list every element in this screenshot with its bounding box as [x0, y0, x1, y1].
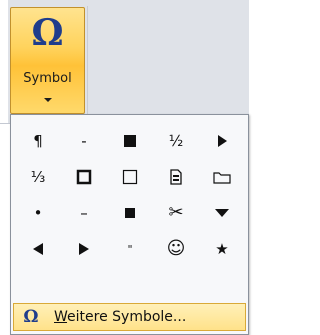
symbol-small-black-square[interactable] [111, 195, 149, 231]
more-symbols-label: Weitere Symbole... [54, 309, 186, 325]
down-triangle-icon [215, 209, 229, 217]
more-symbols-label-rest: eitere Symbole... [67, 309, 187, 325]
symbol-one-half[interactable]: ½ [157, 123, 195, 159]
symbol-pilcrow[interactable]: ¶ [19, 123, 57, 159]
scissors-icon: ✂ [168, 202, 184, 223]
pilcrow-icon: ¶ [33, 131, 43, 150]
folder-icon [213, 172, 231, 184]
ribbon-left-edge [0, 0, 8, 123]
symbol-button-label: Symbol [23, 71, 72, 86]
symbol-black-square[interactable] [111, 123, 149, 159]
bullet-icon: • [33, 203, 43, 222]
symbol-hollow-square[interactable] [111, 159, 149, 195]
bold-hollow-square-icon [76, 169, 92, 185]
black-square-icon [124, 135, 136, 147]
symbol-right-triangle-large[interactable] [65, 231, 103, 267]
symbol-menu: ¶ - ½ ⅓ • – ✂ " ☺ ★ Ω Weitere Symbole... [10, 114, 249, 335]
symbol-left-triangle[interactable] [19, 231, 57, 267]
symbol-bold-hollow-square[interactable] [65, 159, 103, 195]
symbol-document[interactable] [157, 159, 195, 195]
right-triangle-icon [218, 135, 227, 147]
omega-icon: Ω [23, 307, 39, 327]
symbol-right-triangle[interactable] [203, 123, 241, 159]
symbol-hyphen[interactable]: - [65, 123, 103, 159]
smiley-icon: ☺ [166, 238, 186, 259]
symbol-button[interactable]: Ω Symbol [10, 7, 85, 114]
star-icon: ★ [215, 239, 229, 258]
symbol-folder[interactable] [203, 159, 241, 195]
omega-icon: Ω [31, 12, 64, 54]
document-icon [170, 169, 182, 185]
symbol-one-third[interactable]: ⅓ [19, 159, 57, 195]
symbol-en-dash[interactable]: – [65, 195, 103, 231]
symbol-down-triangle[interactable] [203, 195, 241, 231]
symbol-scissors[interactable]: ✂ [157, 195, 195, 231]
one-half-icon: ½ [168, 131, 184, 150]
one-third-icon: ⅓ [30, 167, 46, 186]
symbol-bullet[interactable]: • [19, 195, 57, 231]
word-symbol-dropdown: Ω Symbol ¶ - ½ ⅓ • – ✂ " ☺ ★ Ω Weitere S… [0, 0, 249, 335]
en-dash-icon: – [80, 203, 88, 222]
hyphen-icon: - [81, 131, 87, 150]
right-triangle-icon [79, 243, 89, 255]
double-quote-icon: " [127, 242, 133, 256]
chevron-down-icon [44, 98, 52, 102]
symbol-star[interactable]: ★ [203, 231, 241, 267]
more-symbols-menu-item[interactable]: Ω Weitere Symbole... [13, 303, 246, 331]
access-key: W [54, 309, 68, 325]
left-triangle-icon [33, 243, 43, 255]
small-black-square-icon [125, 208, 135, 218]
symbol-smiley[interactable]: ☺ [157, 231, 195, 267]
symbol-double-quote[interactable]: " [111, 231, 149, 267]
ribbon-separator [87, 6, 88, 118]
hollow-square-icon [122, 169, 138, 185]
